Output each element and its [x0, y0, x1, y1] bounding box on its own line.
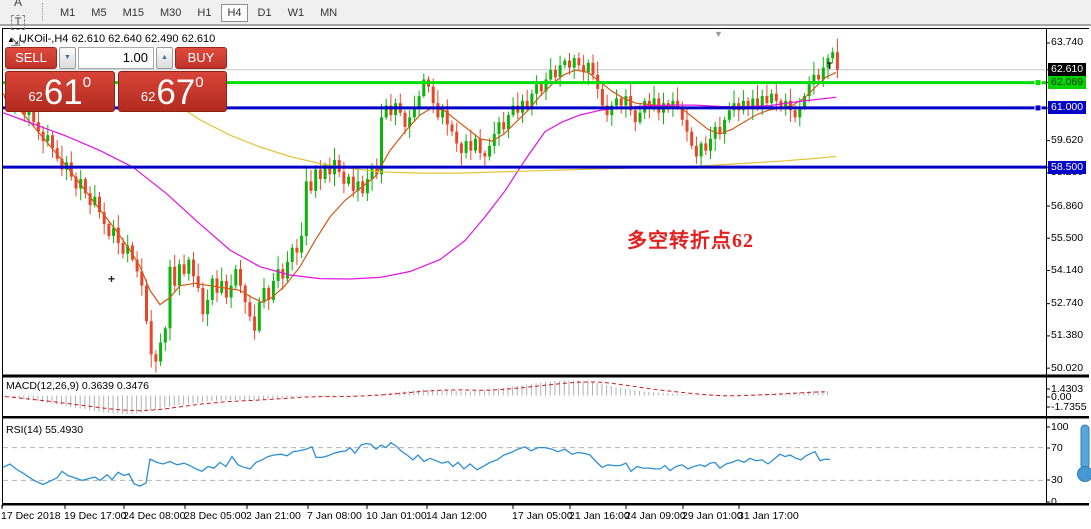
dropdown-caret-icon[interactable]: ▾: [22, 38, 26, 46]
date-label: 10 Jan 01:00: [366, 510, 427, 522]
timeframe-m1[interactable]: M1: [54, 4, 81, 22]
timeframe-d1[interactable]: D1: [252, 4, 278, 22]
arrows-tool-icon[interactable]: ⇲▾: [6, 32, 30, 52]
rsi-scale-label: 100: [1051, 421, 1069, 434]
date-label: 21 Jan 16:00: [569, 510, 630, 522]
cursor-t-marker: T: [827, 61, 833, 71]
crosshair-marker: +: [108, 272, 115, 286]
hline-handle: [1035, 105, 1041, 111]
mt4-chart-window: FAT⇲▾ M1M5M15M30H1H4D1W1MN ▲UKOil-,H4 62…: [0, 0, 1091, 529]
rsi-scale-label: 30: [1051, 474, 1063, 487]
timeframe-mn[interactable]: MN: [314, 4, 343, 22]
date-label: 19 Dec 17:00: [64, 510, 126, 522]
chart-header: ▲UKOil-,H4 62.610 62.640 62.490 62.610: [7, 33, 215, 45]
macd-label: MACD(12,26,9) 0.3639 0.3476: [6, 380, 149, 392]
date-label: 31 Jan 17:00: [738, 510, 799, 522]
price-badge-green: 62.069: [1048, 76, 1086, 89]
sell-price-button[interactable]: 62 61 0: [5, 71, 115, 112]
date-label: 17 Jan 05:00: [512, 510, 573, 522]
price-badge-blue: 61.000: [1048, 101, 1086, 114]
price-axis-label: 52.740: [1051, 297, 1083, 310]
hline-handle: [1035, 80, 1041, 86]
timeframe-h4[interactable]: H4: [221, 4, 247, 22]
sell-price-big: 61: [44, 76, 83, 109]
symbol-ohlc-text: UKOil-,H4 62.610 62.640 62.490 62.610: [19, 33, 215, 45]
rsi-label: RSI(14) 55.4930: [6, 424, 83, 436]
rsi-panel: [3, 443, 1044, 486]
price-axis-label: 55.500: [1051, 232, 1083, 245]
price-axis-label: 54.140: [1051, 264, 1083, 277]
date-label: 24 Dec 08:00: [123, 510, 185, 522]
price-axis-label: 56.860: [1051, 200, 1083, 213]
rsi-scale-label: 70: [1051, 442, 1063, 455]
buy-price-prefix: 62: [141, 89, 155, 104]
date-label: 17 Dec 2018: [1, 510, 61, 522]
one-click-trading-panel: SELL ▼ 1.00 ▲ BUY 62 61 0 62 67 0: [5, 47, 227, 112]
buy-button[interactable]: BUY: [175, 47, 227, 69]
date-label: 24 Jan 09:00: [625, 510, 686, 522]
rsi-scale-label: 0: [1051, 496, 1057, 509]
top-arrow-marker: ▼: [714, 29, 723, 39]
date-label: 7 Jan 08:00: [307, 510, 362, 522]
volume-decrease-button[interactable]: ▼: [59, 47, 76, 69]
buy-price-button[interactable]: 62 67 0: [118, 71, 228, 112]
timeframe-w1[interactable]: W1: [282, 4, 311, 22]
timeframe-m5[interactable]: M5: [85, 4, 112, 22]
date-label: 28 Dec 05:00: [184, 510, 246, 522]
price-axis-label: 51.380: [1051, 329, 1083, 342]
date-label: 14 Jan 12:00: [426, 510, 487, 522]
date-label: 29 Jan 01:00: [682, 510, 743, 522]
buy-price-big: 67: [156, 76, 195, 109]
text-label-icon[interactable]: A: [6, 0, 30, 12]
timeframe-h1[interactable]: H1: [191, 4, 217, 22]
scrollbar-thermometer[interactable]: [1076, 424, 1091, 486]
price-badge-blue: 58.500: [1048, 161, 1086, 174]
text-tool-icon[interactable]: T: [6, 12, 30, 32]
price-axis-label: 59.620: [1051, 134, 1083, 147]
sell-price-sup: 0: [83, 75, 91, 90]
price-axis-label: 50.020: [1051, 362, 1083, 375]
tool-icons: FAT⇲▾: [0, 0, 30, 52]
sell-price-prefix: 62: [28, 89, 42, 104]
buy-price-sup: 0: [195, 75, 203, 90]
timeframe-m30[interactable]: M30: [154, 4, 187, 22]
timeframe-buttons: M1M5 M15M30H1H4 D1W1MN: [52, 3, 345, 21]
price-axis-label: 63.740: [1051, 36, 1083, 49]
toolbar-separator: [42, 3, 44, 21]
volume-input[interactable]: 1.00: [78, 47, 154, 69]
macd-scale-label: -1.7355: [1051, 401, 1087, 414]
price-badge-bid: 62.610: [1048, 63, 1086, 76]
volume-increase-button[interactable]: ▲: [156, 47, 173, 69]
date-label: 2 Jan 21:00: [246, 510, 301, 522]
toolbar: FAT⇲▾ M1M5M15M30H1H4D1W1MN: [0, 0, 1091, 26]
chart-annotation-text[interactable]: 多空转折点62: [627, 224, 754, 253]
timeframe-m15[interactable]: M15: [117, 4, 150, 22]
